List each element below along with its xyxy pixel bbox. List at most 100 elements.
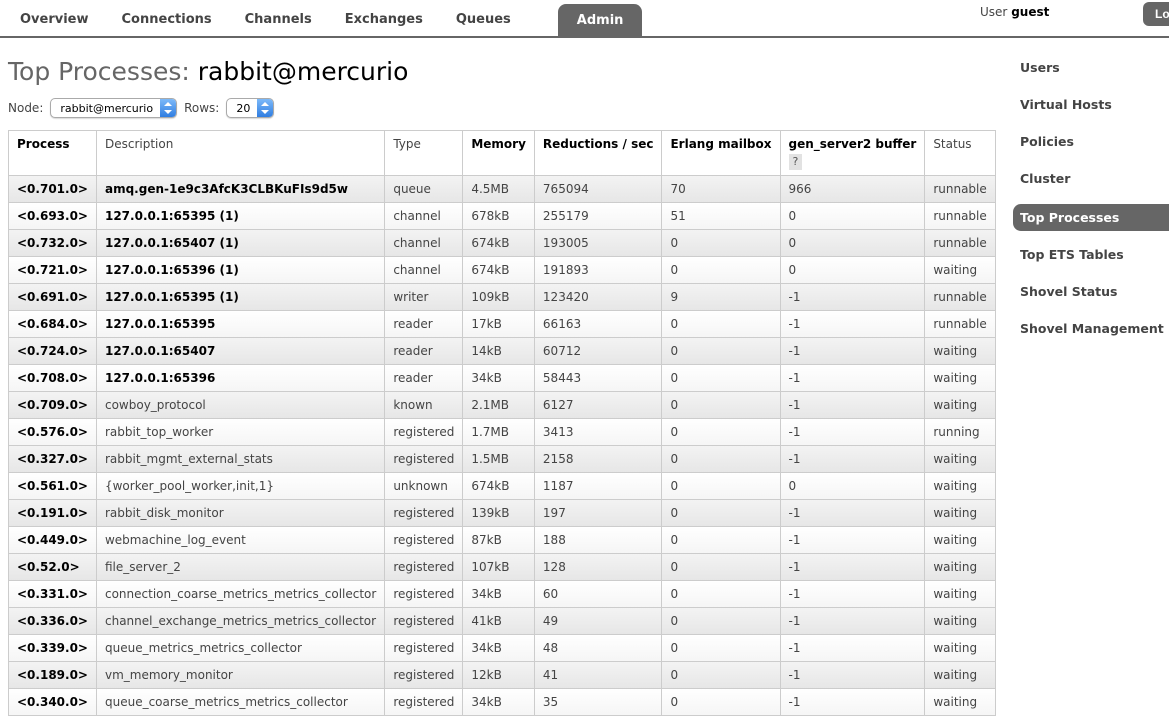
- cell-memory: 674kB: [463, 230, 535, 257]
- cell-process[interactable]: <0.701.0>: [9, 176, 97, 203]
- cell-buffer: -1: [780, 311, 925, 338]
- sidebar-item-virtual-hosts[interactable]: Virtual Hosts: [999, 97, 1169, 112]
- cell-buffer: 0: [780, 230, 925, 257]
- table-row: <0.693.0>127.0.0.1:65395 (1)channel678kB…: [9, 203, 996, 230]
- cell-process[interactable]: <0.191.0>: [9, 500, 97, 527]
- sidebar-item-top-ets-tables[interactable]: Top ETS Tables: [999, 247, 1169, 262]
- sidebar-item-shovel-status[interactable]: Shovel Status: [999, 284, 1169, 299]
- column-header-memory[interactable]: Memory: [463, 131, 535, 176]
- cell-description[interactable]: 127.0.0.1:65395: [96, 311, 384, 338]
- page-title-prefix: Top Processes:: [8, 57, 198, 86]
- table-row: <0.191.0>rabbit_disk_monitorregistered13…: [9, 500, 996, 527]
- cell-description: rabbit_top_worker: [96, 419, 384, 446]
- sidebar-item-policies[interactable]: Policies: [999, 134, 1169, 149]
- cell-buffer: -1: [780, 284, 925, 311]
- table-row: <0.327.0>rabbit_mgmt_external_statsregis…: [9, 446, 996, 473]
- sidebar-item-users[interactable]: Users: [999, 60, 1169, 75]
- cell-process[interactable]: <0.52.0>: [9, 554, 97, 581]
- cell-description[interactable]: 127.0.0.1:65395 (1): [96, 203, 384, 230]
- cell-reductions: 123420: [534, 284, 662, 311]
- cell-process[interactable]: <0.724.0>: [9, 338, 97, 365]
- cell-memory: 34kB: [463, 689, 535, 716]
- column-header-gen-server2-buffer[interactable]: gen_server2 buffer?: [780, 131, 925, 176]
- tab-exchanges[interactable]: Exchanges: [345, 2, 423, 38]
- cell-process[interactable]: <0.336.0>: [9, 608, 97, 635]
- node-select-value: rabbit@mercurio: [60, 102, 160, 115]
- cell-status: waiting: [925, 365, 995, 392]
- cell-mailbox: 0: [662, 338, 780, 365]
- cell-reductions: 765094: [534, 176, 662, 203]
- cell-status: waiting: [925, 662, 995, 689]
- cell-process[interactable]: <0.189.0>: [9, 662, 97, 689]
- cell-process[interactable]: <0.708.0>: [9, 365, 97, 392]
- column-header-reductions-sec[interactable]: Reductions / sec: [534, 131, 662, 176]
- cell-type: registered: [385, 608, 463, 635]
- cell-description: {worker_pool_worker,init,1}: [96, 473, 384, 500]
- table-row: <0.336.0>channel_exchange_metrics_metric…: [9, 608, 996, 635]
- cell-mailbox: 70: [662, 176, 780, 203]
- tab-connections[interactable]: Connections: [122, 2, 212, 38]
- cell-buffer: -1: [780, 608, 925, 635]
- cell-type: known: [385, 392, 463, 419]
- cell-status: waiting: [925, 473, 995, 500]
- sidebar-item-shovel-management[interactable]: Shovel Management: [999, 321, 1169, 336]
- cell-reductions: 49: [534, 608, 662, 635]
- cell-process[interactable]: <0.339.0>: [9, 635, 97, 662]
- cell-process[interactable]: <0.709.0>: [9, 392, 97, 419]
- tab-admin[interactable]: Admin: [558, 4, 643, 38]
- cell-process[interactable]: <0.691.0>: [9, 284, 97, 311]
- tab-queues[interactable]: Queues: [456, 2, 511, 38]
- cell-process[interactable]: <0.576.0>: [9, 419, 97, 446]
- tab-channels[interactable]: Channels: [245, 2, 312, 38]
- cell-memory: 2.1MB: [463, 392, 535, 419]
- user-label: User: [980, 5, 1007, 19]
- column-header-process[interactable]: Process: [9, 131, 97, 176]
- cell-process[interactable]: <0.331.0>: [9, 581, 97, 608]
- cell-reductions: 60: [534, 581, 662, 608]
- cell-status: waiting: [925, 554, 995, 581]
- cell-description[interactable]: 127.0.0.1:65407 (1): [96, 230, 384, 257]
- cell-reductions: 191893: [534, 257, 662, 284]
- cell-description: queue_coarse_metrics_metrics_collector: [96, 689, 384, 716]
- cell-reductions: 255179: [534, 203, 662, 230]
- cell-status: waiting: [925, 500, 995, 527]
- help-icon[interactable]: ?: [789, 154, 803, 170]
- cell-memory: 1.7MB: [463, 419, 535, 446]
- cell-process[interactable]: <0.721.0>: [9, 257, 97, 284]
- cell-process[interactable]: <0.561.0>: [9, 473, 97, 500]
- cell-process[interactable]: <0.340.0>: [9, 689, 97, 716]
- column-header-erlang-mailbox[interactable]: Erlang mailbox: [662, 131, 780, 176]
- logout-button[interactable]: Log out: [1143, 2, 1169, 26]
- cell-buffer: -1: [780, 446, 925, 473]
- cell-description[interactable]: 127.0.0.1:65396: [96, 365, 384, 392]
- cell-mailbox: 0: [662, 500, 780, 527]
- cell-description[interactable]: 127.0.0.1:65407: [96, 338, 384, 365]
- cell-type: reader: [385, 338, 463, 365]
- rows-select[interactable]: 20: [226, 98, 274, 118]
- sidebar-item-top-processes[interactable]: Top Processes: [1013, 204, 1169, 231]
- cell-process[interactable]: <0.732.0>: [9, 230, 97, 257]
- node-select[interactable]: rabbit@mercurio: [50, 98, 177, 118]
- cell-status: runnable: [925, 284, 995, 311]
- cell-type: registered: [385, 662, 463, 689]
- cell-memory: 109kB: [463, 284, 535, 311]
- cell-mailbox: 0: [662, 527, 780, 554]
- cell-process[interactable]: <0.327.0>: [9, 446, 97, 473]
- table-row: <0.691.0>127.0.0.1:65395 (1)writer109kB1…: [9, 284, 996, 311]
- cell-memory: 678kB: [463, 203, 535, 230]
- cell-process[interactable]: <0.684.0>: [9, 311, 97, 338]
- cell-memory: 674kB: [463, 473, 535, 500]
- tab-overview[interactable]: Overview: [20, 2, 89, 38]
- cell-process[interactable]: <0.449.0>: [9, 527, 97, 554]
- cell-status: waiting: [925, 527, 995, 554]
- cell-description: cowboy_protocol: [96, 392, 384, 419]
- cell-memory: 34kB: [463, 581, 535, 608]
- cell-status: waiting: [925, 392, 995, 419]
- cell-description: rabbit_disk_monitor: [96, 500, 384, 527]
- cell-process[interactable]: <0.693.0>: [9, 203, 97, 230]
- sidebar-item-cluster[interactable]: Cluster: [999, 171, 1169, 186]
- cell-description[interactable]: 127.0.0.1:65395 (1): [96, 284, 384, 311]
- cell-buffer: -1: [780, 554, 925, 581]
- cell-description[interactable]: amq.gen-1e9c3AfcK3CLBKuFIs9d5w: [96, 176, 384, 203]
- cell-description[interactable]: 127.0.0.1:65396 (1): [96, 257, 384, 284]
